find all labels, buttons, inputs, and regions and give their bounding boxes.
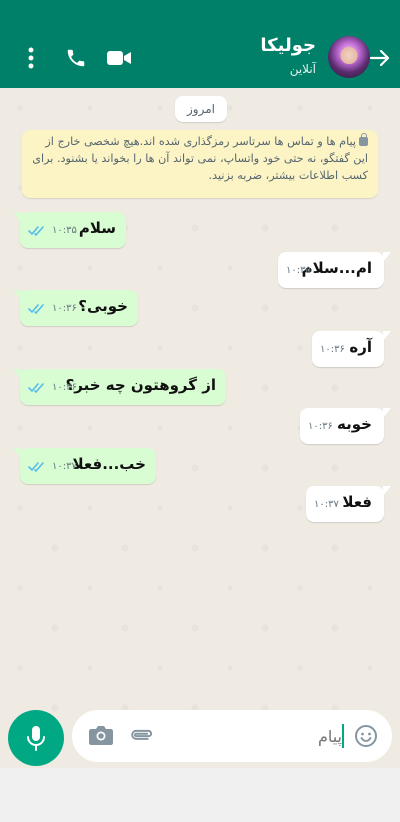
date-label: امروز bbox=[175, 96, 227, 122]
double-tick-icon bbox=[28, 304, 44, 315]
message-bubble[interactable]: فعلا ۱۰:۳۷ bbox=[306, 486, 391, 522]
message-text: خوبه bbox=[337, 415, 372, 433]
chat-header: جولیکا آنلاین bbox=[0, 0, 400, 88]
message-time: ۱۰:۳۶ bbox=[52, 303, 77, 314]
avatar[interactable] bbox=[328, 36, 370, 78]
message-time: ۱۰:۳۷ bbox=[52, 461, 77, 472]
text-cursor bbox=[342, 724, 344, 748]
keyboard-area bbox=[0, 768, 400, 822]
double-tick-icon bbox=[28, 226, 44, 237]
message-time: ۱۰:۳۵ bbox=[286, 265, 311, 276]
double-tick-icon bbox=[28, 462, 44, 473]
more-menu-icon[interactable] bbox=[22, 46, 40, 70]
message-time: ۱۰:۳۶ bbox=[320, 344, 345, 355]
message-input[interactable] bbox=[164, 718, 344, 754]
message-time: ۱۰:۳۶ bbox=[308, 421, 333, 432]
message-text: خب...فعلا bbox=[72, 455, 146, 473]
message-bubble[interactable]: سلام ۱۰:۳۵ bbox=[13, 212, 126, 248]
message-bubble[interactable]: از گروهتون چه خبر؟ ۱۰:۳۶ bbox=[13, 369, 226, 405]
message-text: خوبی؟ bbox=[78, 297, 128, 315]
message-bubble[interactable]: خب...فعلا ۱۰:۳۷ bbox=[13, 448, 156, 484]
mic-button[interactable] bbox=[8, 710, 64, 766]
message-time: ۱۰:۳۵ bbox=[52, 225, 77, 236]
message-time: ۱۰:۳۷ bbox=[314, 499, 339, 510]
camera-icon[interactable] bbox=[88, 724, 114, 746]
chat-area[interactable]: امروز پیام ها و تماس ها سرتاسر رمزگذاری … bbox=[0, 88, 400, 768]
message-bubble[interactable]: خوبی؟ ۱۰:۳۶ bbox=[13, 290, 138, 326]
attach-icon[interactable] bbox=[128, 722, 156, 750]
message-time: ۱۰:۳۶ bbox=[52, 382, 77, 393]
mic-icon bbox=[27, 726, 45, 751]
message-text: سلام bbox=[78, 219, 116, 237]
message-text: از گروهتون چه خبر؟ bbox=[65, 376, 216, 394]
lock-icon bbox=[359, 133, 368, 146]
message-text: ام...سلام bbox=[301, 259, 372, 277]
back-arrow-icon[interactable] bbox=[366, 44, 394, 72]
video-call-icon[interactable] bbox=[106, 48, 132, 68]
message-text: آره bbox=[349, 338, 372, 356]
contact-name[interactable]: جولیکا bbox=[260, 35, 316, 56]
phone-icon[interactable] bbox=[64, 46, 88, 70]
message-bubble[interactable]: آره ۱۰:۳۶ bbox=[312, 331, 391, 367]
message-text: فعلا bbox=[342, 493, 372, 511]
contact-status: آنلاین bbox=[289, 62, 316, 76]
message-composer bbox=[72, 710, 392, 762]
message-bubble[interactable]: ام...سلام ۱۰:۳۵ bbox=[278, 252, 391, 288]
encryption-notice-text: پیام ها و تماس ها سرتاسر رمزگذاری شده ان… bbox=[32, 135, 368, 182]
emoji-icon[interactable] bbox=[354, 724, 378, 748]
double-tick-icon bbox=[28, 383, 44, 394]
encryption-notice[interactable]: پیام ها و تماس ها سرتاسر رمزگذاری شده ان… bbox=[22, 130, 378, 198]
message-bubble[interactable]: خوبه ۱۰:۳۶ bbox=[300, 408, 391, 444]
